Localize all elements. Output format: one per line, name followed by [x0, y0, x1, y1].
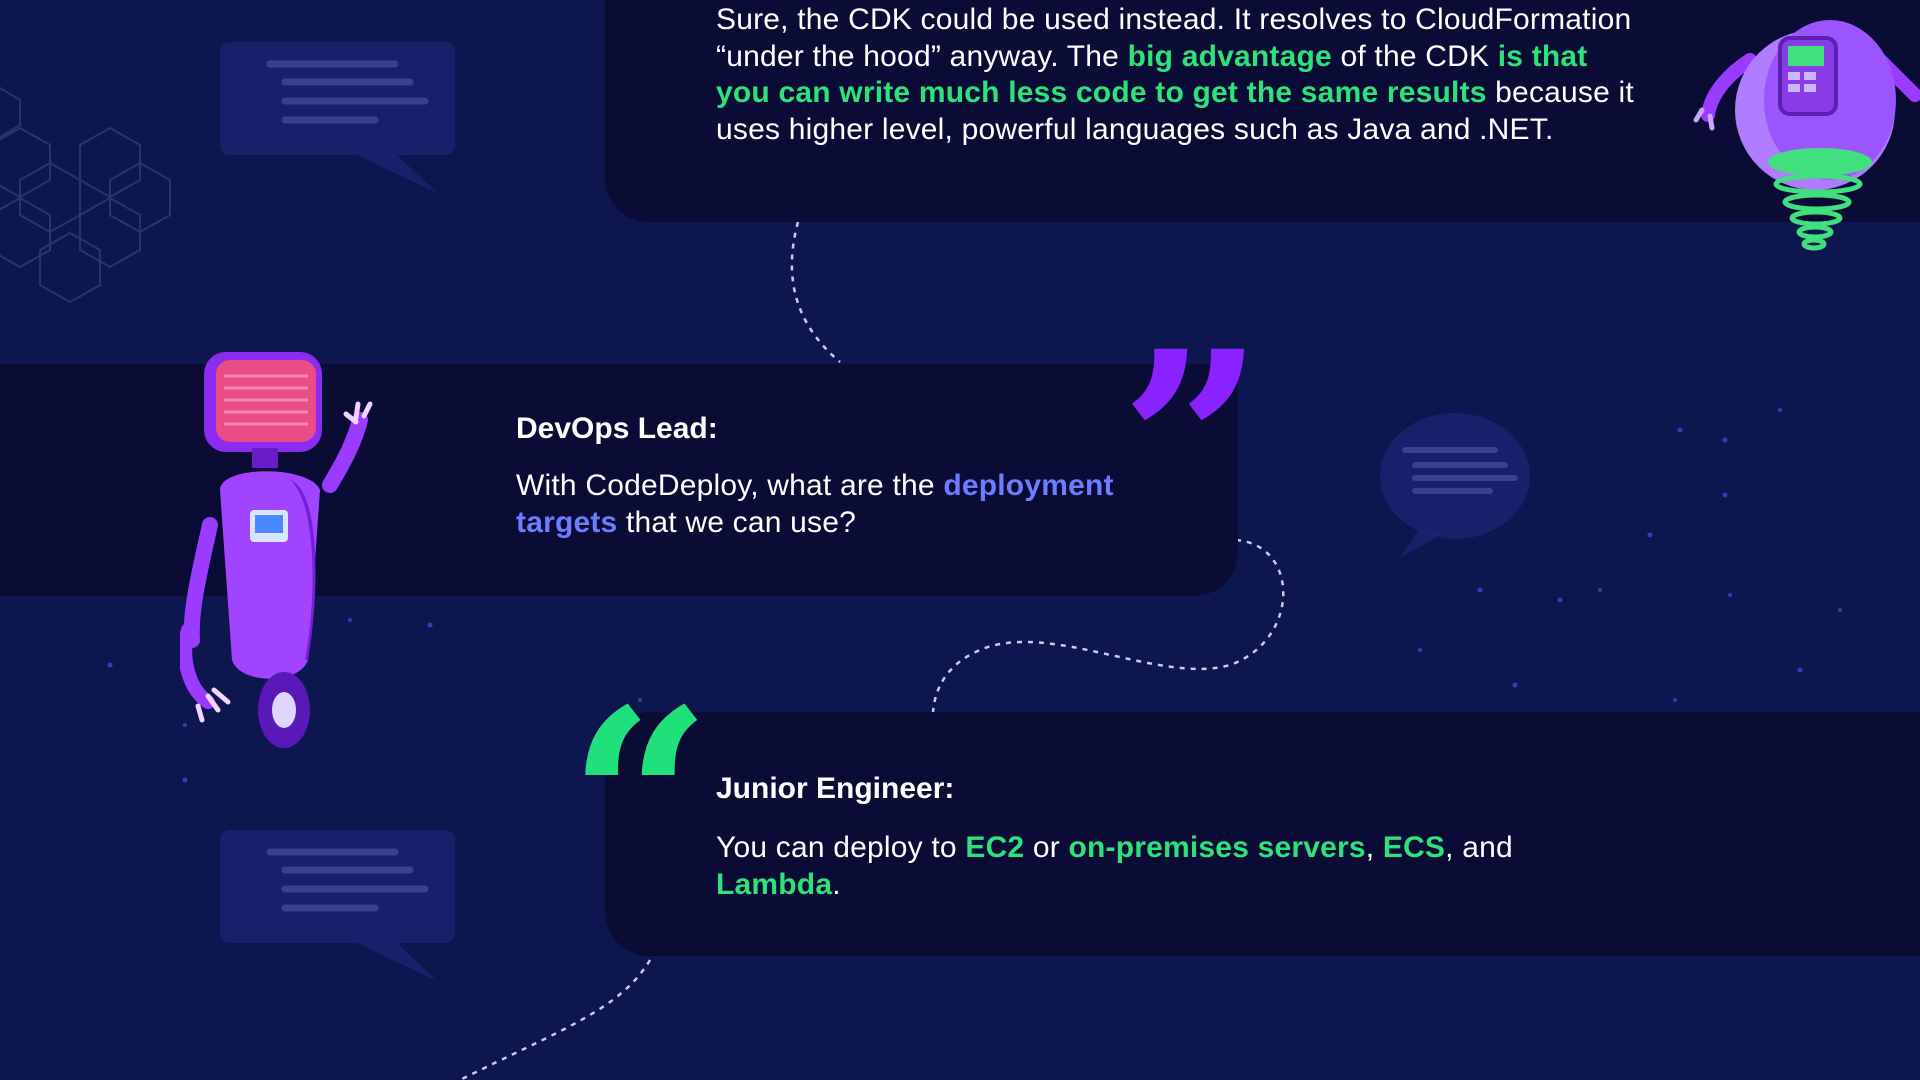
message-text: . — [832, 867, 841, 901]
message-text: that we can use? — [617, 505, 856, 539]
highlight-text: ECS — [1382, 831, 1446, 864]
message-text-junior: You can deploy to EC2 or on-premises ser… — [716, 830, 1616, 903]
message-text-top: Sure, the CDK could be used instead. It … — [716, 2, 1636, 148]
speech-bubble-icon — [220, 830, 455, 981]
message-text: of the CDK — [1331, 39, 1498, 73]
robot-illustration — [180, 352, 373, 748]
message-text-devops: With CodeDeploy, what are the deployment… — [516, 468, 1196, 541]
highlight-text: on-premises servers — [1068, 831, 1366, 864]
speaker-name-devops: DevOps Lead: — [516, 412, 718, 445]
message-text: With CodeDeploy, what are the — [516, 469, 944, 502]
highlight-text: EC2 — [965, 831, 1025, 864]
highlight-text: big advantage — [1127, 39, 1332, 73]
hexagon-pattern — [0, 86, 171, 304]
highlight-text: Lambda — [716, 867, 833, 901]
message-text: You can deploy to — [716, 831, 966, 864]
robot-illustration — [1693, 20, 1920, 251]
speech-bubble-icon — [220, 42, 455, 193]
speaker-name-junior: Junior Engineer: — [716, 772, 955, 805]
message-text: , — [1365, 831, 1383, 864]
speech-bubble-icon — [1380, 413, 1530, 558]
message-text: , and — [1445, 831, 1513, 864]
message-text: or — [1024, 831, 1069, 864]
opening-quote-icon: “ — [568, 654, 712, 948]
